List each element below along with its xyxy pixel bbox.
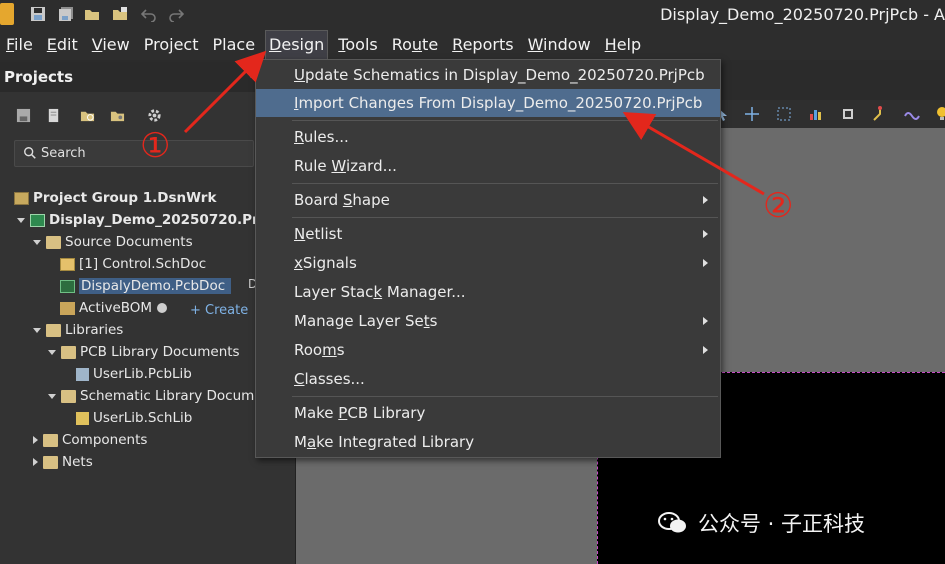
wechat-icon [658, 512, 686, 533]
arrow-to-import-changes [622, 111, 765, 196]
step-1-label: ① [140, 126, 171, 166]
step-2-label: ② [763, 186, 794, 226]
arrow-to-design-menu [183, 50, 267, 134]
watermark: 公众号 · 子正科技 [658, 508, 865, 538]
annotation-arrows [183, 50, 765, 196]
watermark-text: 公众号 · 子正科技 [698, 512, 866, 536]
